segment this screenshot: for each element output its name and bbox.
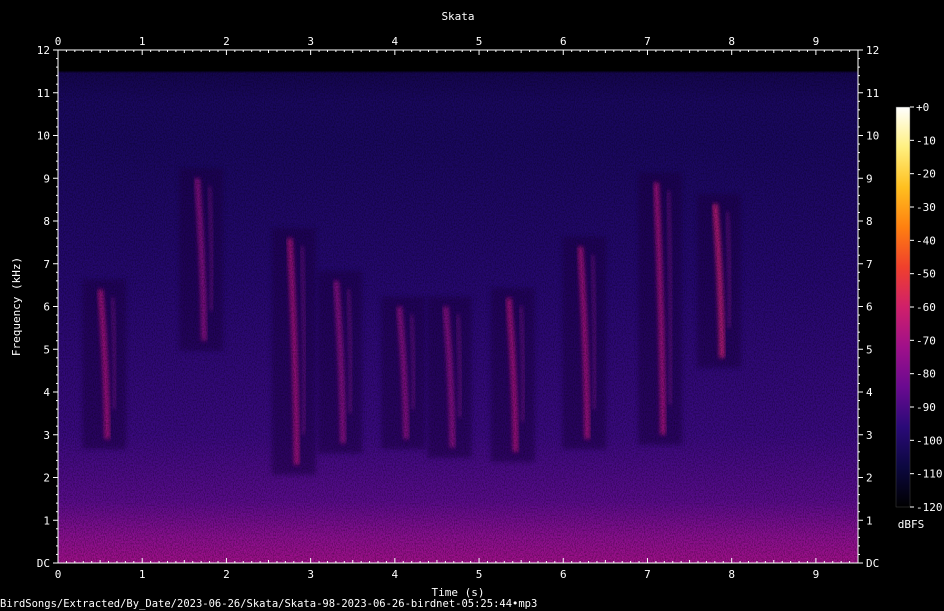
colorbar-tick-label: -60 (916, 301, 936, 314)
y-tick-label-left: 12 (37, 44, 50, 57)
y-tick-label-right: 3 (866, 429, 873, 442)
y-tick-label-left: 11 (37, 87, 50, 100)
y-tick-label-right: 11 (866, 87, 879, 100)
colorbar-tick-label: -110 (916, 468, 943, 481)
x-tick-label-top: 1 (139, 35, 146, 48)
y-tick-label-right: 12 (866, 44, 879, 57)
y-tick-label-right: DC (866, 557, 879, 570)
x-tick-label-bottom: 9 (813, 568, 820, 581)
colorbar-tick-label: -10 (916, 134, 936, 147)
spectrogram-figure: 00112233445566778899DC DC1 12 23 34 45 56 67 78 8… (10, 10, 943, 599)
colorbar-tick-label: -80 (916, 368, 936, 381)
y-tick-label-left: 2 (43, 472, 50, 485)
colorbar-tick-label: -120 (916, 501, 943, 514)
noise-texture (58, 50, 858, 563)
y-tick-label-right: 5 (866, 343, 873, 356)
x-tick-label-top: 7 (644, 35, 651, 48)
file-path-caption: BirdSongs/Extracted/By_Date/2023-06-26/S… (0, 598, 538, 610)
x-tick-label-bottom: 0 (55, 568, 62, 581)
y-tick-label-right: 7 (866, 258, 873, 271)
y-tick-label-left: 8 (43, 215, 50, 228)
x-tick-label-top: 5 (476, 35, 483, 48)
y-tick-label-right: 8 (866, 215, 873, 228)
x-tick-label-top: 2 (223, 35, 230, 48)
x-tick-label-bottom: 7 (644, 568, 651, 581)
y-tick-label-left: DC (37, 557, 50, 570)
y-tick-label-left: 3 (43, 429, 50, 442)
colorbar-tick-label: -30 (916, 201, 936, 214)
x-tick-label-bottom: 3 (307, 568, 314, 581)
x-tick-label-bottom: 5 (476, 568, 483, 581)
y-tick-label-right: 6 (866, 301, 873, 314)
colorbar: +0 -10 -20 -30 -40 -50 -60 -70 -80 -90 -100 -110 -12… (895, 101, 943, 531)
y-tick-label-left: 6 (43, 301, 50, 314)
y-axis-label: Frequency (kHz) (10, 257, 23, 356)
chart-title: Skata (441, 10, 474, 23)
y-tick-label-left: 9 (43, 172, 50, 185)
x-tick-label-top: 8 (728, 35, 735, 48)
y-tick-label-left: 1 (43, 514, 50, 527)
x-tick-label-bottom: 1 (139, 568, 146, 581)
x-tick-label-bottom: 8 (728, 568, 735, 581)
colorbar-tick-label: -40 (916, 234, 936, 247)
x-tick-label-top: 9 (813, 35, 820, 48)
y-tick-label-right: 1 (866, 514, 873, 527)
colorbar-tick-label: -50 (916, 268, 936, 281)
colorbar-label: dBFS (898, 518, 925, 531)
x-tick-label-bottom: 4 (392, 568, 399, 581)
colorbar-tick-label: -70 (916, 334, 936, 347)
colorbar-tick-label: -20 (916, 168, 936, 181)
y-tick-label-right: 4 (866, 386, 873, 399)
x-tick-label-top: 4 (392, 35, 399, 48)
x-tick-label-top: 3 (307, 35, 314, 48)
colorbar-scale (895, 106, 911, 508)
colorbar-tick-label: -90 (916, 401, 936, 414)
colorbar-tick-label: +0 (916, 101, 929, 114)
y-tick-label-right: 2 (866, 472, 873, 485)
x-tick-label-bottom: 6 (560, 568, 567, 581)
x-tick-label-top: 6 (560, 35, 567, 48)
colorbar-tick-label: -100 (916, 434, 943, 447)
y-tick-label-right: 10 (866, 130, 879, 143)
x-tick-label-bottom: 2 (223, 568, 230, 581)
y-tick-label-right: 9 (866, 172, 873, 185)
y-tick-label-left: 10 (37, 130, 50, 143)
x-tick-label-top: 0 (55, 35, 62, 48)
plot-area (58, 50, 858, 563)
colorbar-ticks: +0 -10 -20 -30 -40 -50 -60 -70 -80 -90 -100 -110 -12… (910, 101, 943, 514)
y-tick-label-left: 7 (43, 258, 50, 271)
y-tick-label-left: 5 (43, 343, 50, 356)
y-tick-label-left: 4 (43, 386, 50, 399)
